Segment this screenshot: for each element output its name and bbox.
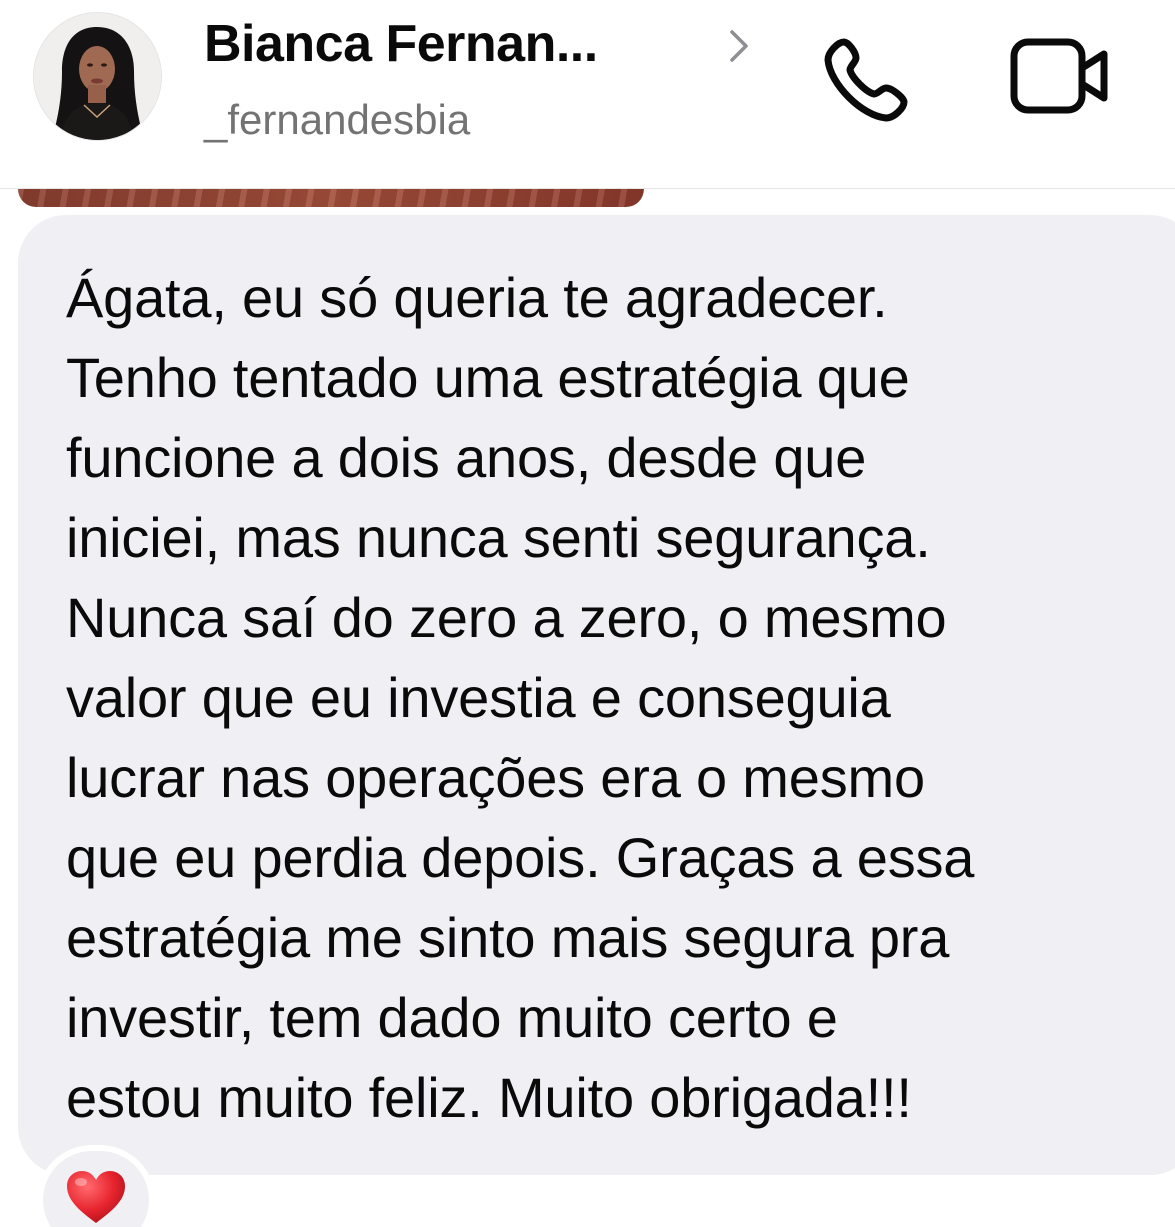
phone-icon[interactable] — [820, 32, 914, 126]
previous-image-message[interactable] — [18, 189, 644, 207]
contact-username: _fernandesbia — [204, 96, 471, 143]
avatar[interactable] — [34, 13, 161, 140]
chat-header: Bianca Fernan... _fernandesbia — [0, 0, 1175, 189]
heart-icon — [67, 1171, 125, 1223]
chevron-right-icon[interactable] — [724, 26, 754, 66]
avatar-photo — [34, 13, 161, 140]
chat-screen: Bianca Fernan... _fernandesbia Ágata, eu… — [0, 0, 1175, 1227]
contact-name[interactable]: Bianca Fernan... — [204, 14, 598, 74]
video-camera-icon[interactable] — [1008, 34, 1112, 118]
message-text: Ágata, eu só queria te agradecer. Tenho … — [66, 266, 975, 1129]
